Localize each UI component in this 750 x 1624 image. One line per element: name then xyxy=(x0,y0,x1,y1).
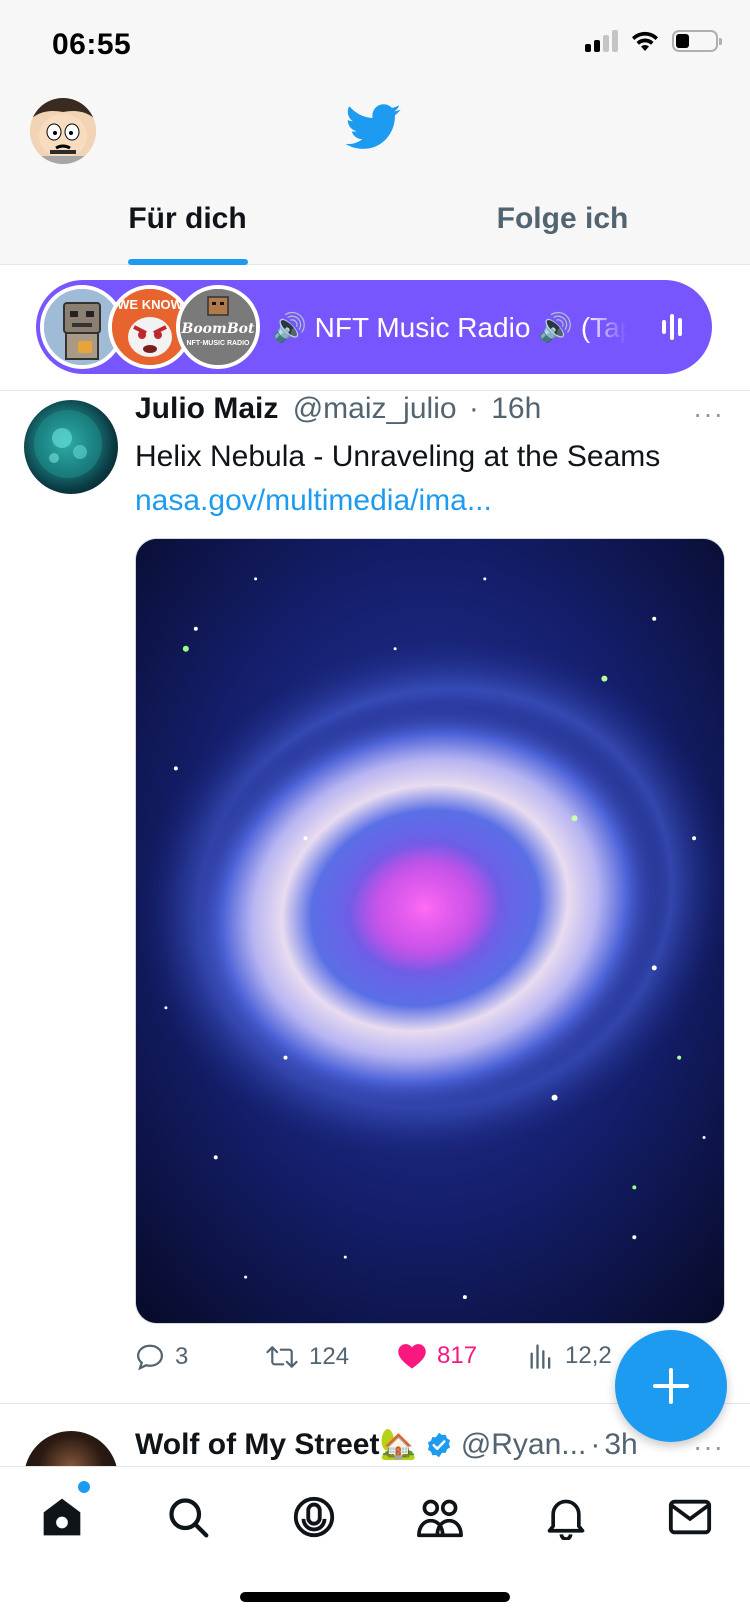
views-count: 12,2 xyxy=(565,1342,612,1369)
boombot-subtext: NFT·MUSIC RADIO xyxy=(187,340,251,347)
verified-badge-icon xyxy=(427,1432,450,1457)
tweet-link[interactable]: nasa.gov/multimedia/ima... xyxy=(135,484,492,518)
we-know-text: WE KNOW xyxy=(117,297,183,312)
tweet-author-handle[interactable]: @maiz_julio xyxy=(293,392,457,425)
tab-following[interactable]: Folge ich xyxy=(375,190,750,265)
tweet-author-name[interactable]: Wolf of My Street🏡 xyxy=(135,1427,417,1462)
more-options-icon[interactable]: ··· xyxy=(693,398,724,430)
tweet-time: 3h xyxy=(604,1427,638,1461)
tweet-author-name[interactable]: Julio Maiz xyxy=(135,392,278,425)
nav-search[interactable] xyxy=(158,1487,218,1547)
notifications-icon xyxy=(547,1499,585,1540)
tweet-author-avatar[interactable] xyxy=(24,1431,118,1467)
tweet-separator: · xyxy=(468,392,479,425)
header: Für dich Folge ich xyxy=(0,90,750,265)
boombot-avatar: BoomBot NFT·MUSIC RADIO xyxy=(176,285,260,369)
like-button[interactable]: 817 xyxy=(397,1342,477,1370)
reply-button[interactable]: 3 xyxy=(135,1342,188,1372)
space-title: 🔊 NFT Music Radio 🔊 (Tap xyxy=(272,311,627,343)
divider xyxy=(0,390,750,391)
nav-home[interactable] xyxy=(32,1481,92,1547)
retweet-count: 124 xyxy=(309,1343,350,1370)
twitter-bird-icon[interactable] xyxy=(346,104,402,150)
tweet-author-handle[interactable]: @Ryan... xyxy=(461,1428,587,1462)
analytics-icon xyxy=(530,1344,551,1369)
battery-icon xyxy=(672,30,722,52)
nav-notifications[interactable] xyxy=(536,1487,596,1547)
tweet-image-helix-nebula[interactable] xyxy=(135,538,725,1324)
compose-plus-icon xyxy=(653,1368,689,1404)
tab-following-label: Folge ich xyxy=(496,202,629,235)
compose-tweet-button[interactable] xyxy=(615,1330,727,1442)
spaces-icon xyxy=(293,1496,335,1538)
space-host-avatars: WE KNOW BoomBot NFT·MUSIC RADIO xyxy=(40,285,260,369)
retweet-icon xyxy=(266,1346,298,1368)
active-tab-indicator xyxy=(127,259,248,265)
tab-for-you[interactable]: Für dich xyxy=(0,190,375,265)
reply-count: 3 xyxy=(175,1343,189,1370)
like-count: 817 xyxy=(437,1342,478,1369)
nav-messages[interactable] xyxy=(660,1487,720,1547)
messages-icon xyxy=(668,1499,712,1535)
retweet-button[interactable]: 124 xyxy=(265,1342,349,1372)
reply-icon xyxy=(136,1344,164,1371)
cellular-signal-icon xyxy=(585,30,618,52)
wifi-icon xyxy=(632,31,658,51)
tab-for-you-label: Für dich xyxy=(128,202,247,235)
boombot-text: BoomBot xyxy=(181,321,255,337)
tweet-text: Helix Nebula - Unraveling at the Seams xyxy=(135,440,661,473)
tweet-time: 16h xyxy=(491,392,542,425)
unread-dot xyxy=(78,1481,90,1493)
bottom-navigation xyxy=(0,1466,750,1624)
audio-equalizer-icon xyxy=(662,312,682,342)
communities-icon xyxy=(417,1499,463,1538)
timeline-tabs: Für dich Folge ich xyxy=(0,190,750,265)
live-space-bar[interactable]: WE KNOW BoomBot NFT·MUSIC RADIO 🔊 NFT Mu… xyxy=(36,280,712,374)
views-button[interactable]: 12,2 xyxy=(527,1342,612,1370)
tweet-header: Julio Maiz @maiz_julio · 16h xyxy=(135,392,541,426)
tweet-header: Wolf of My Street🏡 @Ryan... · 3h xyxy=(135,1427,638,1462)
nav-spaces[interactable] xyxy=(284,1487,344,1547)
status-icons xyxy=(585,30,722,52)
search-icon xyxy=(169,1498,209,1538)
nebula-image xyxy=(136,539,724,1323)
tweet-separator: · xyxy=(590,1427,601,1461)
heart-filled-icon xyxy=(398,1344,426,1369)
home-indicator[interactable] xyxy=(240,1592,510,1602)
home-icon xyxy=(43,1498,81,1536)
nav-communities[interactable] xyxy=(410,1487,470,1547)
profile-avatar[interactable] xyxy=(30,98,96,164)
status-time: 06:55 xyxy=(52,28,132,61)
tweet-author-avatar[interactable] xyxy=(24,400,118,494)
status-bar: 06:55 xyxy=(0,0,750,90)
more-options-icon[interactable]: ··· xyxy=(693,1431,724,1463)
